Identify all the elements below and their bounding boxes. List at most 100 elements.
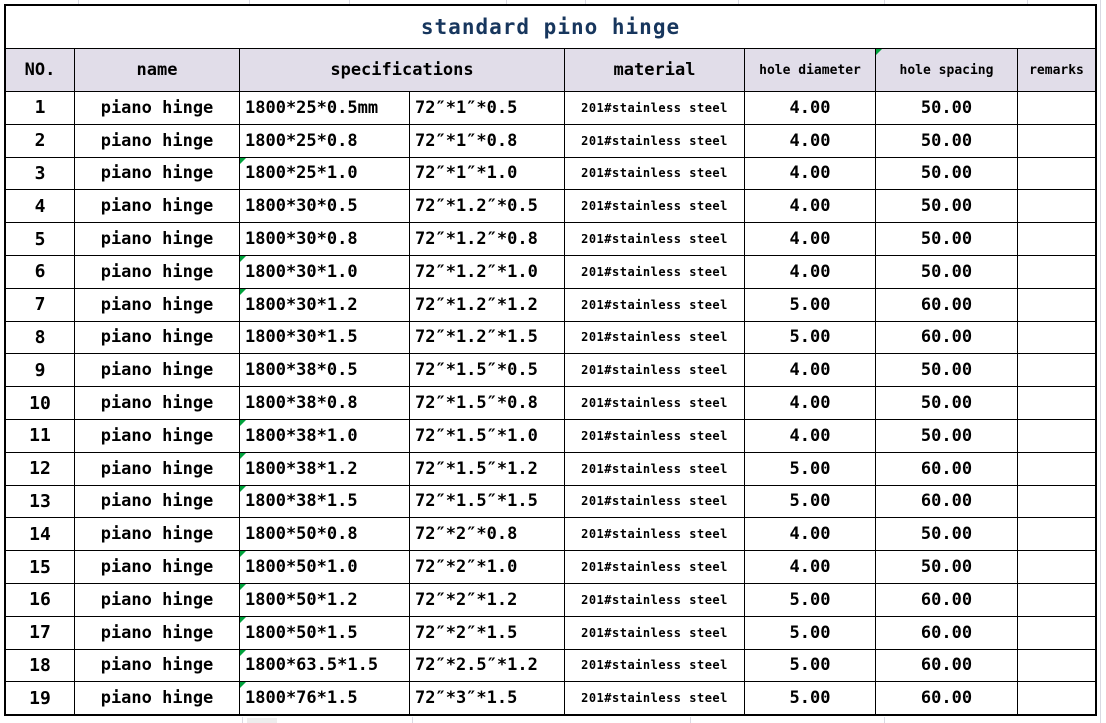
spec-inch-cell[interactable]: 72″*1.5″*1.0 [410,420,565,452]
material-cell[interactable]: 201#stainless steel [565,125,745,157]
name-cell[interactable]: piano hinge [75,322,240,354]
remarks-cell[interactable] [1018,682,1095,714]
header-specifications[interactable]: specifications [240,49,565,91]
spec-metric-cell[interactable]: 1800*25*0.5mm [240,92,410,124]
name-cell[interactable]: piano hinge [75,92,240,124]
hole-diameter-cell[interactable]: 5.00 [745,617,876,649]
header-name[interactable]: name [75,49,240,91]
remarks-cell[interactable] [1018,354,1095,386]
remarks-cell[interactable] [1018,453,1095,485]
row-number-cell[interactable]: 6 [6,256,75,288]
spec-metric-cell[interactable]: 1800*38*1.0 [240,420,410,452]
remarks-cell[interactable] [1018,125,1095,157]
row-number-cell[interactable]: 1 [6,92,75,124]
spec-metric-cell[interactable]: 1800*30*1.0 [240,256,410,288]
remarks-cell[interactable] [1018,551,1095,583]
hole-spacing-cell[interactable]: 50.00 [876,518,1018,550]
spec-inch-cell[interactable]: 72″*3″*1.5 [410,682,565,714]
material-cell[interactable]: 201#stainless steel [565,354,745,386]
hole-diameter-cell[interactable]: 4.00 [745,190,876,222]
remarks-cell[interactable] [1018,289,1095,321]
hole-diameter-cell[interactable]: 4.00 [745,387,876,419]
spec-metric-cell[interactable]: 1800*30*1.2 [240,289,410,321]
row-number-cell[interactable]: 14 [6,518,75,550]
header-hole-spacing[interactable]: hole spacing [876,49,1018,91]
header-remarks[interactable]: remarks [1018,49,1095,91]
spec-inch-cell[interactable]: 72″*1.5″*0.5 [410,354,565,386]
name-cell[interactable]: piano hinge [75,256,240,288]
name-cell[interactable]: piano hinge [75,387,240,419]
material-cell[interactable]: 201#stainless steel [565,190,745,222]
hole-spacing-cell[interactable]: 50.00 [876,158,1018,190]
row-number-cell[interactable]: 3 [6,158,75,190]
header-material[interactable]: material [565,49,745,91]
spec-inch-cell[interactable]: 72″*1″*0.5 [410,92,565,124]
hole-diameter-cell[interactable]: 4.00 [745,158,876,190]
hole-diameter-cell[interactable]: 4.00 [745,420,876,452]
hole-diameter-cell[interactable]: 4.00 [745,551,876,583]
hole-diameter-cell[interactable]: 4.00 [745,354,876,386]
remarks-cell[interactable] [1018,256,1095,288]
remarks-cell[interactable] [1018,420,1095,452]
spec-metric-cell[interactable]: 1800*50*1.5 [240,617,410,649]
material-cell[interactable]: 201#stainless steel [565,92,745,124]
row-number-cell[interactable]: 15 [6,551,75,583]
remarks-cell[interactable] [1018,584,1095,616]
spec-metric-cell[interactable]: 1800*38*1.2 [240,453,410,485]
name-cell[interactable]: piano hinge [75,158,240,190]
hole-diameter-cell[interactable]: 4.00 [745,518,876,550]
spec-metric-cell[interactable]: 1800*50*0.8 [240,518,410,550]
row-number-cell[interactable]: 4 [6,190,75,222]
spec-inch-cell[interactable]: 72″*1″*0.8 [410,125,565,157]
hole-diameter-cell[interactable]: 5.00 [745,682,876,714]
spec-inch-cell[interactable]: 72″*1.5″*1.5 [410,486,565,518]
header-hole-diameter[interactable]: hole diameter [745,49,876,91]
row-number-cell[interactable]: 11 [6,420,75,452]
remarks-cell[interactable] [1018,617,1095,649]
material-cell[interactable]: 201#stainless steel [565,486,745,518]
row-number-cell[interactable]: 17 [6,617,75,649]
hole-spacing-cell[interactable]: 50.00 [876,354,1018,386]
spec-metric-cell[interactable]: 1800*50*1.0 [240,551,410,583]
hole-diameter-cell[interactable]: 5.00 [745,650,876,682]
material-cell[interactable]: 201#stainless steel [565,650,745,682]
spec-inch-cell[interactable]: 72″*1″*1.0 [410,158,565,190]
spec-metric-cell[interactable]: 1800*63.5*1.5 [240,650,410,682]
hole-diameter-cell[interactable]: 5.00 [745,584,876,616]
spec-inch-cell[interactable]: 72″*1.2″*1.2 [410,289,565,321]
remarks-cell[interactable] [1018,322,1095,354]
spec-inch-cell[interactable]: 72″*2″*0.8 [410,518,565,550]
remarks-cell[interactable] [1018,190,1095,222]
name-cell[interactable]: piano hinge [75,190,240,222]
remarks-cell[interactable] [1018,518,1095,550]
name-cell[interactable]: piano hinge [75,650,240,682]
row-number-cell[interactable]: 16 [6,584,75,616]
header-no[interactable]: NO. [6,49,75,91]
spec-inch-cell[interactable]: 72″*2″*1.0 [410,551,565,583]
hole-spacing-cell[interactable]: 60.00 [876,486,1018,518]
row-number-cell[interactable]: 5 [6,223,75,255]
name-cell[interactable]: piano hinge [75,486,240,518]
spec-inch-cell[interactable]: 72″*1.5″*1.2 [410,453,565,485]
row-number-cell[interactable]: 8 [6,322,75,354]
spec-metric-cell[interactable]: 1800*30*0.8 [240,223,410,255]
remarks-cell[interactable] [1018,650,1095,682]
material-cell[interactable]: 201#stainless steel [565,551,745,583]
hole-diameter-cell[interactable]: 5.00 [745,289,876,321]
material-cell[interactable]: 201#stainless steel [565,289,745,321]
spec-inch-cell[interactable]: 72″*1.2″*0.5 [410,190,565,222]
hole-spacing-cell[interactable]: 50.00 [876,223,1018,255]
hole-spacing-cell[interactable]: 50.00 [876,125,1018,157]
spec-metric-cell[interactable]: 1800*25*1.0 [240,158,410,190]
material-cell[interactable]: 201#stainless steel [565,256,745,288]
spec-metric-cell[interactable]: 1800*30*0.5 [240,190,410,222]
material-cell[interactable]: 201#stainless steel [565,518,745,550]
row-number-cell[interactable]: 18 [6,650,75,682]
spec-inch-cell[interactable]: 72″*1.2″*1.0 [410,256,565,288]
material-cell[interactable]: 201#stainless steel [565,453,745,485]
name-cell[interactable]: piano hinge [75,289,240,321]
material-cell[interactable]: 201#stainless steel [565,682,745,714]
remarks-cell[interactable] [1018,92,1095,124]
row-number-cell[interactable]: 9 [6,354,75,386]
material-cell[interactable]: 201#stainless steel [565,223,745,255]
